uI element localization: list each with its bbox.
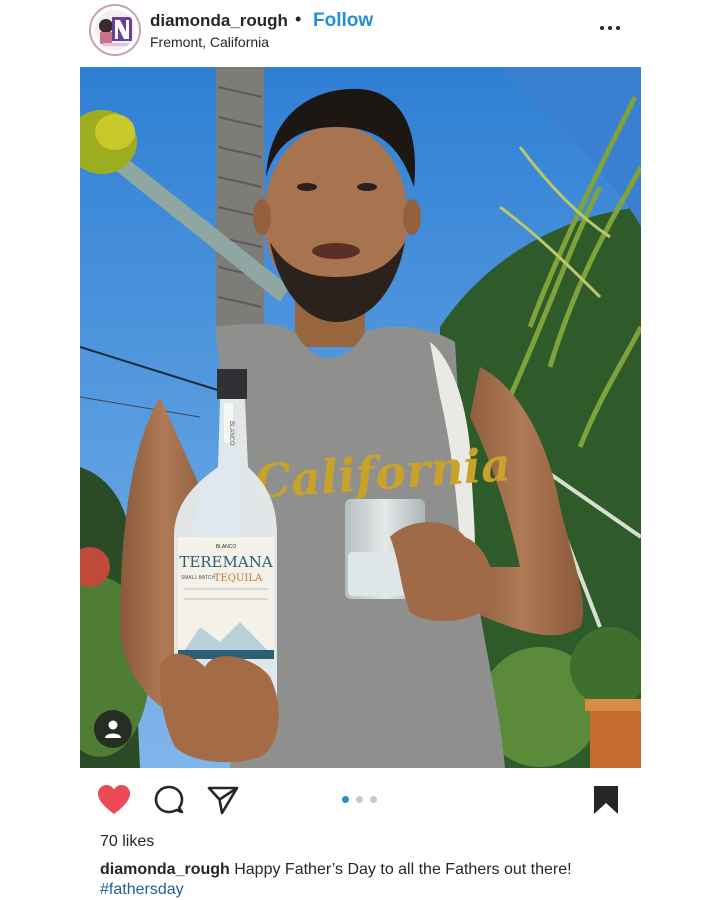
carousel-dot bbox=[370, 796, 377, 803]
caption-username[interactable]: diamonda_rough bbox=[100, 861, 230, 878]
carousel-indicator bbox=[342, 796, 382, 804]
share-button[interactable] bbox=[206, 784, 240, 816]
caption-text: Happy Father’s Day to all the Fathers ou… bbox=[229, 861, 572, 878]
action-bar bbox=[0, 778, 720, 822]
user-tag-button[interactable] bbox=[94, 710, 132, 748]
post-caption: diamonda_rough Happy Father’s Day to all… bbox=[100, 860, 660, 900]
post-photo[interactable]: California BLANCO BLANCO TEREMANA SMALL … bbox=[80, 67, 641, 768]
follow-button[interactable]: Follow bbox=[313, 10, 373, 32]
avatar[interactable] bbox=[89, 4, 141, 56]
save-button[interactable] bbox=[591, 784, 625, 816]
bottle-side-label: BLANCO bbox=[228, 421, 234, 446]
caption-hashtag[interactable]: #fathersday bbox=[100, 881, 184, 898]
bottle-brand-label: TEREMANA bbox=[179, 553, 273, 571]
carousel-dot bbox=[356, 796, 363, 803]
share-icon bbox=[207, 786, 239, 815]
bottle-type-label: TEQUILA bbox=[214, 573, 263, 584]
post-username[interactable]: diamonda_rough bbox=[150, 11, 288, 31]
comment-icon bbox=[154, 785, 184, 814]
like-button[interactable] bbox=[97, 784, 131, 816]
bottle-sub-label: SMALL BATCH bbox=[181, 575, 216, 581]
heart-icon bbox=[98, 785, 130, 814]
separator-dot: • bbox=[295, 9, 302, 29]
post-header: diamonda_rough • Follow Fremont, Califor… bbox=[0, 0, 720, 62]
bookmark-icon bbox=[594, 786, 618, 814]
user-tag-icon bbox=[105, 720, 121, 738]
likes-count[interactable]: 70 likes bbox=[100, 833, 154, 851]
carousel-dot-active bbox=[342, 796, 349, 803]
more-options-icon[interactable] bbox=[598, 18, 624, 38]
bottle-top-label: BLANCO bbox=[216, 544, 237, 550]
avatar-image bbox=[95, 10, 135, 50]
comment-button[interactable] bbox=[152, 784, 186, 816]
post-location[interactable]: Fremont, California bbox=[150, 34, 269, 50]
